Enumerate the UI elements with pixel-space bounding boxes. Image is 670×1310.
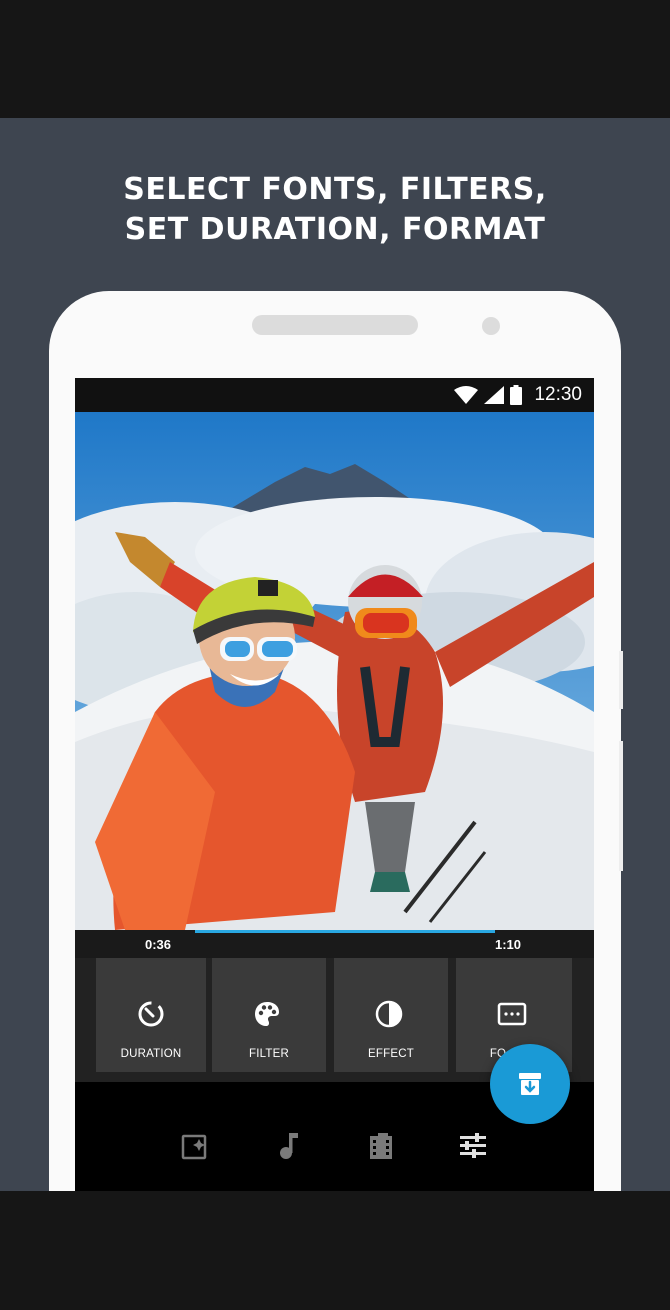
music-note-icon	[280, 1133, 298, 1159]
phone-frame: 12:30 0:36 1:10 DURATION FILTER EFFECT F…	[49, 291, 623, 1191]
nav-music[interactable]	[269, 1126, 309, 1166]
nav-media[interactable]	[175, 1126, 215, 1166]
effect-button[interactable]: EFFECT	[334, 958, 448, 1072]
phone-side-button	[619, 651, 623, 709]
effect-label: EFFECT	[368, 1048, 414, 1060]
battery-icon	[510, 385, 523, 405]
nav-settings[interactable]	[453, 1126, 493, 1166]
phone-volume-button	[619, 741, 623, 871]
video-preview[interactable]	[75, 412, 594, 930]
save-fab-button[interactable]	[490, 1044, 570, 1124]
timeline-start-time: 0:36	[145, 937, 172, 952]
palette-icon	[255, 1002, 279, 1026]
signal-icon	[484, 386, 505, 404]
promo-panel: SELECT FONTS, FILTERS, SET DURATION, FOR…	[0, 118, 670, 1191]
save-archive-icon	[519, 1073, 541, 1095]
phone-camera	[482, 317, 500, 335]
selfie-photo	[75, 412, 594, 930]
wifi-icon	[454, 386, 479, 404]
tune-sliders-icon	[460, 1133, 486, 1158]
headline-line-1: SELECT FONTS, FILTERS,	[123, 172, 547, 207]
headline-line-2: SET DURATION, FORMAT	[124, 212, 546, 247]
contrast-icon	[375, 1000, 403, 1028]
status-bar: 12:30	[75, 378, 594, 412]
timer-icon	[138, 1001, 164, 1027]
timeline-bar[interactable]: 0:36 1:10	[75, 930, 594, 958]
filter-label: FILTER	[249, 1048, 289, 1060]
headline: SELECT FONTS, FILTERS, SET DURATION, FOR…	[0, 170, 670, 250]
filter-button[interactable]: FILTER	[212, 958, 326, 1072]
nav-film[interactable]	[361, 1126, 401, 1166]
duration-label: DURATION	[120, 1048, 182, 1060]
timeline-progress	[195, 930, 495, 933]
format-icon	[497, 1002, 527, 1026]
app-screen: 12:30 0:36 1:10 DURATION FILTER EFFECT F…	[75, 378, 594, 1191]
film-icon	[370, 1133, 392, 1159]
sparkle-photo-icon	[181, 1134, 207, 1160]
timeline-end-time: 1:10	[495, 937, 522, 952]
status-time: 12:30	[534, 384, 582, 405]
phone-speaker	[252, 315, 418, 335]
duration-button[interactable]: DURATION	[96, 958, 206, 1072]
